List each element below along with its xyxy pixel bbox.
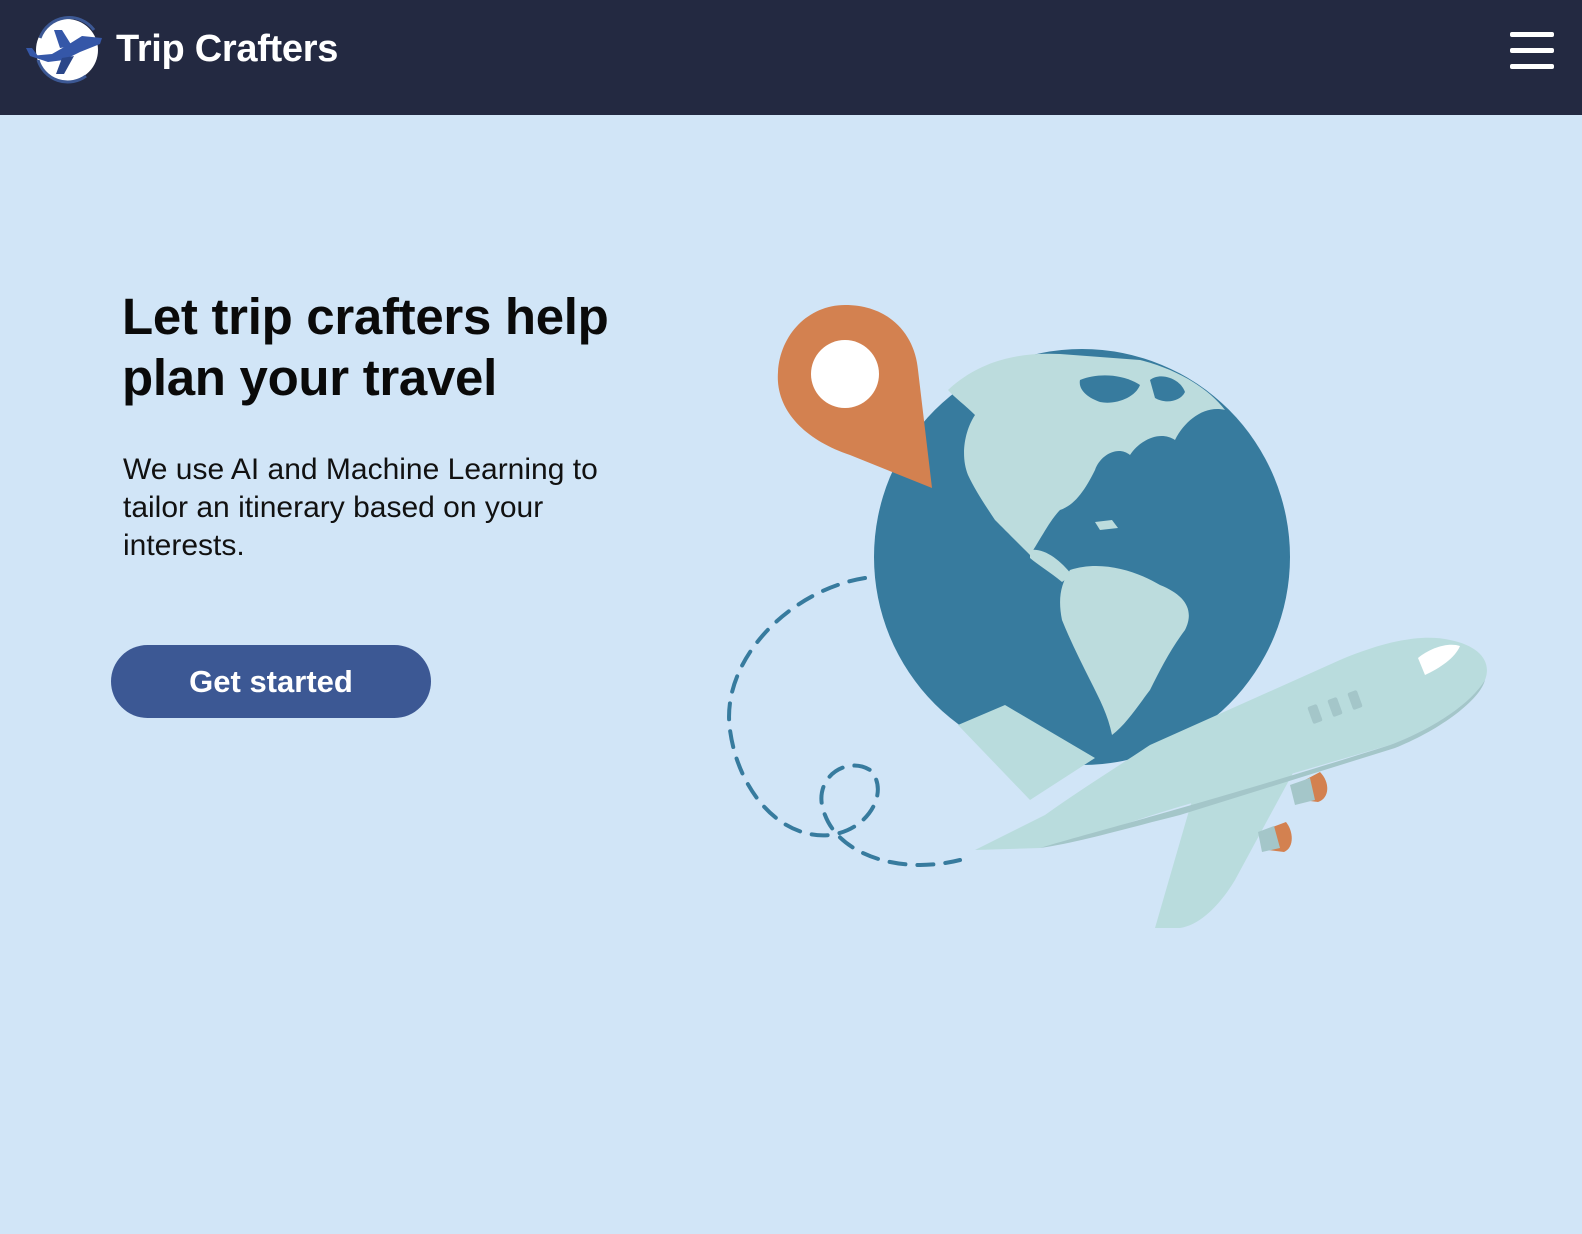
plane-globe-logo-icon[interactable] [26, 16, 106, 84]
hamburger-menu-icon[interactable] [1510, 30, 1554, 72]
get-started-button[interactable]: Get started [111, 645, 431, 718]
hero-title: Let trip crafters help plan your travel [122, 288, 609, 406]
travel-illustration [727, 305, 1487, 928]
navbar: Trip Crafters [0, 0, 1582, 115]
globe-icon [874, 349, 1290, 765]
brand-name[interactable]: Trip Crafters [116, 28, 338, 71]
location-pin-icon [777, 305, 932, 488]
hero-description: We use AI and Machine Learning to tailor… [123, 453, 598, 562]
